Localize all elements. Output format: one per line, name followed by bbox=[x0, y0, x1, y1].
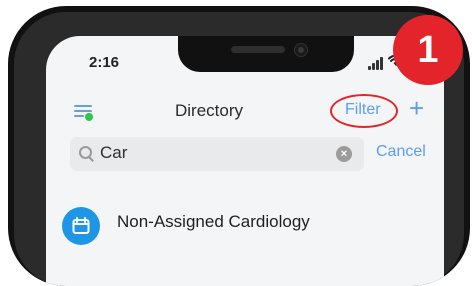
filter-button[interactable]: Filter bbox=[345, 101, 381, 119]
signal-icon bbox=[368, 54, 386, 70]
list-item[interactable]: Non-Assigned Cardiology bbox=[62, 204, 422, 252]
speaker-grille bbox=[231, 46, 285, 53]
cancel-button[interactable]: Cancel bbox=[376, 143, 426, 161]
phone-screen: 2:16 Directory Filter + Car × Cancel Non… bbox=[46, 36, 444, 286]
directory-header: Directory Filter + bbox=[46, 94, 444, 130]
phone-notch bbox=[178, 36, 354, 72]
search-box[interactable]: Car × bbox=[70, 137, 364, 171]
clear-icon[interactable]: × bbox=[336, 146, 352, 162]
page-title: Directory bbox=[175, 101, 244, 120]
calendar-icon bbox=[62, 207, 100, 245]
annotation-badge: 1 bbox=[393, 15, 463, 85]
search-row: Car × Cancel bbox=[70, 137, 430, 171]
search-icon bbox=[79, 146, 94, 162]
result-label: Non-Assigned Cardiology bbox=[117, 212, 310, 231]
add-button[interactable]: + bbox=[409, 95, 424, 121]
search-input[interactable]: Car bbox=[100, 143, 127, 163]
menu-icon[interactable] bbox=[74, 104, 93, 122]
status-time: 2:16 bbox=[89, 54, 120, 71]
front-camera-icon bbox=[294, 43, 308, 57]
status-dot-icon bbox=[85, 113, 93, 121]
